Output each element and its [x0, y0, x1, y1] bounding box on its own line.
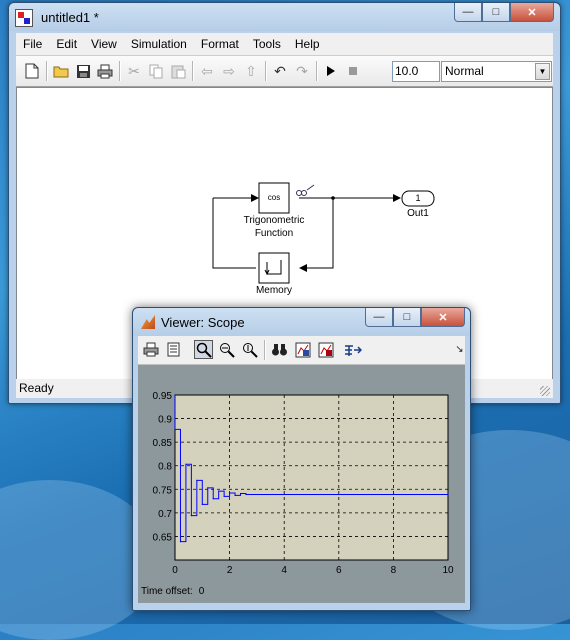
dock-arrow-icon[interactable]: ↘ — [450, 340, 469, 359]
menu-help[interactable]: Help — [288, 37, 327, 51]
y-tick-label: 0.85 — [153, 438, 173, 449]
chevron-down-icon[interactable]: ▼ — [535, 63, 550, 80]
x-tick-label: 8 — [391, 565, 397, 576]
y-tick-label: 0.95 — [153, 391, 173, 402]
trig-block-label-line1: Trigonometric — [243, 215, 305, 226]
title-bar[interactable]: untitled1 * — □ ✕ — [9, 3, 560, 31]
window-title: untitled1 * — [41, 10, 99, 25]
start-simulation-icon[interactable] — [322, 62, 340, 80]
scope-parameters-icon[interactable] — [164, 340, 183, 359]
data-point — [179, 541, 182, 543]
scope-window-title: Viewer: Scope — [161, 315, 245, 330]
signal-viewer-icon — [296, 184, 315, 196]
zoom-x-icon[interactable] — [217, 340, 236, 359]
x-tick-label: 10 — [442, 565, 454, 576]
caption-buttons: — □ ✕ — [454, 3, 554, 22]
save-axes-settings-icon[interactable] — [293, 340, 312, 359]
data-point — [196, 479, 198, 481]
y-tick-label: 0.7 — [158, 509, 172, 520]
paste-icon[interactable] — [169, 62, 187, 80]
status-text: Ready — [19, 381, 54, 395]
data-point — [207, 487, 209, 489]
scope-plot-area: 0 2 4 6 8 10 0.65 0.7 0.75 0.8 0.85 0.9 0.95 Time of… — [138, 365, 465, 603]
restore-axes-settings-icon[interactable] — [316, 340, 335, 359]
autoscale-binoculars-icon[interactable] — [270, 340, 289, 359]
x-tick-label: 6 — [336, 565, 342, 576]
menu-file[interactable]: File — [16, 37, 49, 51]
forward-icon[interactable]: ⇨ — [220, 62, 238, 80]
time-offset-label: Time offset: — [141, 586, 193, 597]
time-offset-display: Time offset: 0 — [141, 586, 204, 597]
scope-minimize-button[interactable]: — — [365, 308, 393, 327]
data-point — [447, 493, 449, 496]
signal-selection-icon[interactable] — [343, 340, 362, 359]
simulation-mode-value: Normal — [445, 64, 484, 78]
resize-grip-icon[interactable] — [540, 386, 550, 396]
plot-background — [174, 394, 449, 561]
y-tick-label: 0.75 — [153, 485, 173, 496]
menu-simulation[interactable]: Simulation — [124, 37, 194, 51]
outport-label: Out1 — [407, 208, 429, 219]
simulink-app-icon — [15, 9, 33, 27]
maximize-button[interactable]: □ — [482, 3, 510, 22]
data-point — [239, 492, 242, 495]
cut-icon[interactable]: ✂ — [125, 62, 143, 80]
menu-format[interactable]: Format — [194, 37, 246, 51]
memory-block-label: Memory — [255, 285, 293, 296]
time-offset-value: 0 — [198, 586, 205, 597]
zoom-y-icon[interactable] — [240, 340, 259, 359]
scope-maximize-button[interactable]: □ — [393, 308, 421, 327]
data-point — [223, 495, 225, 497]
scope-caption-buttons: — □ ✕ — [365, 308, 465, 327]
copy-icon[interactable] — [147, 62, 165, 80]
redo-icon[interactable]: ↷ — [293, 62, 311, 80]
x-tick-label: 2 — [227, 565, 233, 576]
scope-title-bar[interactable]: Viewer: Scope — □ ✕ — [133, 308, 470, 336]
x-tick-label: 4 — [281, 565, 287, 576]
back-icon[interactable]: ⇦ — [198, 62, 216, 80]
y-tick-label: 0.8 — [158, 462, 172, 473]
print-icon[interactable] — [96, 62, 114, 80]
zoom-icon[interactable] — [194, 340, 213, 359]
data-point — [229, 492, 231, 494]
data-point — [212, 498, 214, 500]
scope-viewer-window: Viewer: Scope — □ ✕ ↘ 0 2 4 6 8 10 0.65 … — [132, 307, 471, 611]
data-point — [218, 490, 220, 492]
open-folder-icon[interactable] — [52, 62, 70, 80]
outport-number: 1 — [415, 193, 421, 203]
save-icon[interactable] — [74, 62, 92, 80]
minimize-button[interactable]: — — [454, 3, 482, 22]
data-point — [185, 463, 187, 465]
up-icon[interactable]: ⇧ — [242, 62, 260, 80]
y-tick-label: 0.9 — [158, 415, 172, 426]
menu-view[interactable]: View — [84, 37, 124, 51]
data-point — [190, 515, 192, 517]
trig-block-label-line2: Function — [254, 228, 294, 239]
simulation-mode-select[interactable]: Normal ▼ — [441, 61, 552, 82]
data-point — [245, 493, 247, 496]
trig-block-symbol: cos — [267, 193, 281, 202]
menu-bar: File Edit View Simulation Format Tools H… — [16, 33, 553, 55]
new-model-icon[interactable] — [23, 62, 41, 80]
data-point — [201, 503, 203, 505]
menu-tools[interactable]: Tools — [246, 37, 288, 51]
matlab-logo-icon — [141, 315, 155, 329]
data-point — [234, 494, 236, 497]
scope-toolbar: ↘ — [138, 336, 465, 365]
close-button[interactable]: ✕ — [510, 3, 554, 22]
undo-icon[interactable]: ↶ — [271, 62, 289, 80]
scope-plot: 0 2 4 6 8 10 0.65 0.7 0.75 0.8 0.85 0.9 0.95 — [153, 391, 454, 576]
x-tick-label: 0 — [172, 565, 178, 576]
toolbar: ✂ ⇦ ⇨ ⇧ ↶ ↷ 10.0 Normal ▼ — [16, 56, 553, 87]
menu-edit[interactable]: Edit — [49, 37, 84, 51]
scope-close-button[interactable]: ✕ — [421, 308, 465, 327]
y-tick-label: 0.65 — [153, 532, 173, 543]
memory-block — [258, 252, 290, 284]
scope-print-icon[interactable] — [141, 340, 160, 359]
data-point — [174, 428, 176, 431]
stop-time-input[interactable]: 10.0 — [392, 61, 440, 82]
stop-simulation-icon[interactable] — [344, 62, 362, 80]
